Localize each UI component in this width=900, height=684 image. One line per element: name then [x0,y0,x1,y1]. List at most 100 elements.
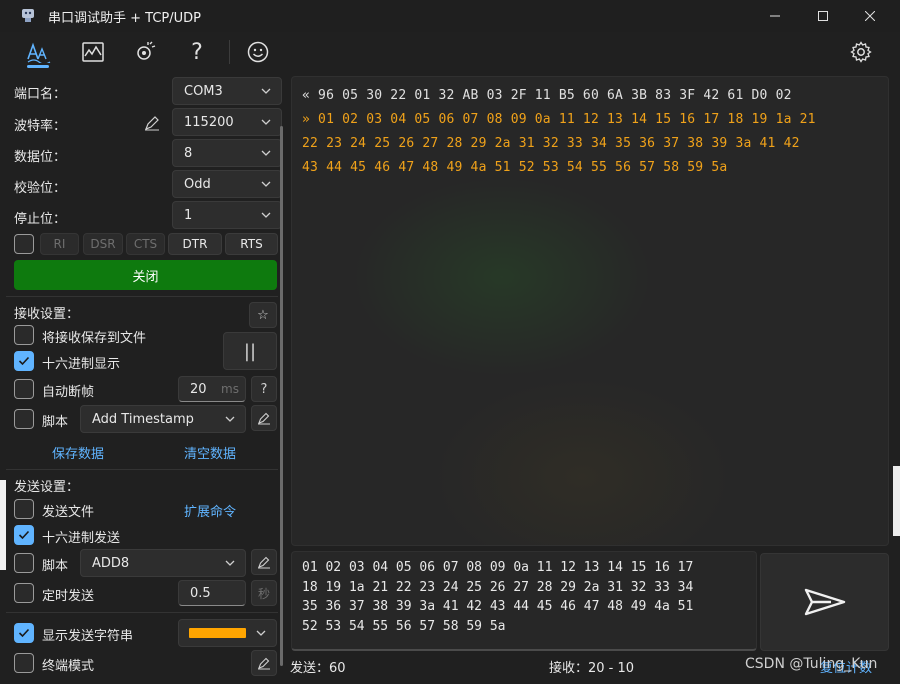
send-input[interactable]: 01 02 03 04 05 06 07 08 09 0a 11 12 13 1… [291,551,757,651]
divider [6,612,278,613]
pen-icon [258,657,270,670]
timed-send-input[interactable]: 0.5 [178,580,246,606]
divider [6,296,278,297]
timed-send-checkbox[interactable] [14,583,34,603]
app-icon [22,9,34,22]
send-script-dropdown[interactable]: ADD8 [80,549,246,577]
baud-dropdown[interactable]: 115200 [172,108,282,136]
chart-tab-button[interactable] [78,38,108,66]
help-tab-button[interactable]: ? [182,38,212,66]
send-file-checkbox[interactable] [14,499,34,519]
parity-value: Odd [184,176,211,192]
send-script-checkbox[interactable] [14,553,34,573]
pause-button[interactable]: || [223,332,277,370]
gear-icon [850,41,872,63]
edit-baud-icon[interactable] [143,114,161,132]
auto-frame-checkbox[interactable] [14,379,34,399]
hex-send-checkbox[interactable] [14,525,34,545]
rts-toggle[interactable]: RTS [225,233,278,255]
send-icon [804,588,845,616]
edit-terminal-button[interactable] [251,650,277,676]
parity-dropdown[interactable]: Odd [172,170,282,198]
minimize-button[interactable] [752,0,798,32]
watermark: CSDN @Tuling_Kun [745,656,878,672]
sent-echo-line: 22 23 24 25 26 27 28 29 2a 31 32 33 34 3… [302,136,800,151]
plugin-tab-button[interactable] [131,38,161,66]
star-icon: ☆ [257,307,269,323]
signal-checkbox[interactable] [14,234,34,254]
chevron-down-icon [261,212,271,218]
stopbits-dropdown[interactable]: 1 [172,201,282,229]
pen-icon [258,556,270,569]
send-script-value: ADD8 [92,555,130,571]
close-window-button[interactable] [847,0,893,32]
edit-receive-script-button[interactable] [251,405,277,431]
send-button[interactable] [760,553,889,651]
settings-scrollbar[interactable] [280,126,283,666]
baud-label: 波特率： [14,119,67,134]
plugin-icon [137,41,156,60]
stopbits-label: 停止位： [14,212,67,227]
receive-script-label: 脚本 [42,415,69,430]
auto-frame-help-button[interactable]: ? [251,376,277,402]
background-glow [352,177,652,377]
edit-send-script-button[interactable] [251,549,277,575]
sent-echo-line: » 01 02 03 04 05 06 07 08 09 0a 11 12 13… [302,112,816,127]
pause-icon: || [243,340,257,362]
port-dropdown[interactable]: COM3 [172,77,282,105]
stopbits-value: 1 [184,207,193,223]
send-text: 01 02 03 04 05 06 07 08 09 0a 11 12 13 1… [302,560,694,634]
smiley-tab-button[interactable] [243,38,273,66]
active-tab-indicator [27,65,49,68]
window-title: 串口调试助手 + TCP/UDP [48,10,201,26]
clear-data-link[interactable]: 清空数据 [184,443,236,462]
smiley-icon [247,41,269,63]
serial-tab-button[interactable] [24,38,54,66]
background-window-edge [0,480,6,570]
help-icon: ? [191,39,203,65]
title-bar: 串口调试助手 + TCP/UDP [0,0,900,32]
terminal-mode-checkbox[interactable] [14,653,34,673]
receive-script-checkbox[interactable] [14,409,34,429]
sent-count: 发送：60 [290,661,346,676]
favorite-button[interactable]: ☆ [249,302,277,328]
extend-command-link[interactable]: 扩展命令 [184,501,236,520]
settings-panel: 端口名： COM3 波特率： 115200 数据位： 8 校验位： Odd 停止… [6,74,286,678]
settings-button[interactable] [846,38,876,66]
receive-settings-heading: 接收设置： [14,307,80,322]
hex-display-label: 十六进制显示 [42,357,121,372]
toolbar: ? [0,32,900,72]
chevron-down-icon [261,119,271,125]
close-icon [865,11,875,21]
databits-dropdown[interactable]: 8 [172,139,282,167]
auto-frame-input[interactable]: 20 ms [178,376,246,402]
terminal-mode-label: 终端模式 [42,659,95,674]
hex-display-checkbox[interactable] [14,351,34,371]
receive-script-dropdown[interactable]: Add Timestamp [80,405,246,433]
hex-send-label: 十六进制发送 [42,531,121,546]
save-to-file-label: 将接收保存到文件 [42,331,147,346]
maximize-button[interactable] [800,0,846,32]
signal-dsr: DSR [83,233,123,255]
checkmark-icon [18,530,30,540]
parity-label: 校验位： [14,181,67,196]
baud-value: 115200 [184,114,234,130]
pen-icon [258,412,270,425]
save-data-link[interactable]: 保存数据 [52,443,104,462]
checkmark-icon [18,628,30,638]
close-port-button[interactable]: 关闭 [14,260,277,290]
signal-ri: RI [40,233,79,255]
help-icon: ? [260,381,268,397]
send-color-picker[interactable] [178,619,277,647]
toolbar-divider [229,40,230,64]
databits-value: 8 [184,145,193,161]
chart-icon [82,42,104,62]
receive-area[interactable]: « 96 05 30 22 01 32 AB 03 2F 11 B5 60 6A… [291,76,889,546]
save-to-file-checkbox[interactable] [14,325,34,345]
show-send-string-checkbox[interactable] [14,623,34,643]
port-value: COM3 [184,83,223,99]
received-count: 接收：20 - 10 [549,661,635,676]
chevron-down-icon [225,560,235,566]
timed-send-unit-label: 秒 [257,586,270,601]
dtr-toggle[interactable]: DTR [168,233,222,255]
